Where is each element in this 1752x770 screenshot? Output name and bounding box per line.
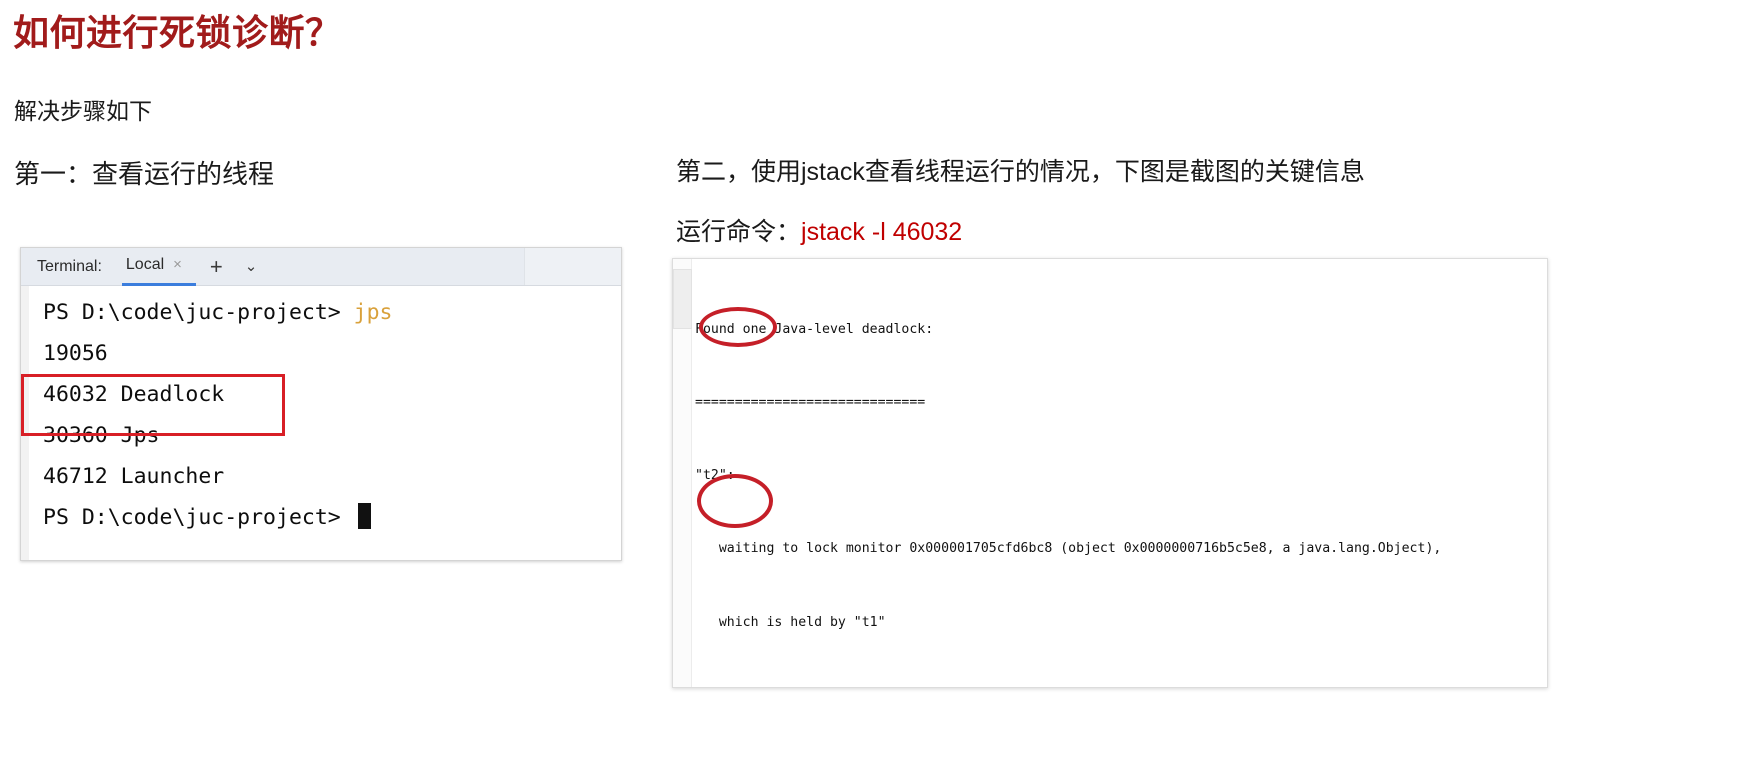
jstack-line: which is held by "t1" (695, 614, 886, 630)
step-one-heading: 第一：查看运行的线程 (14, 159, 275, 189)
terminal-prompt: PS D:\code\juc-project> (43, 505, 354, 530)
page-title: 如何进行死锁诊断？ (13, 12, 342, 53)
close-icon[interactable]: × (173, 257, 182, 272)
terminal-tab-local[interactable]: Local × (121, 255, 196, 287)
terminal-cursor (357, 503, 371, 529)
terminal-line-deadlock: 46032 Deadlock (43, 382, 225, 407)
run-command-value: jstack -l 46032 (801, 218, 963, 246)
slide-root: 如何进行死锁诊断？ 解决步骤如下 第一：查看运行的线程 第二，使用jstack查… (0, 0, 1752, 770)
terminal-window: Terminal: Local × + ⌄ PS D:\code\juc-pro… (20, 247, 622, 561)
jstack-line: waiting to lock monitor 0x000001705cfd6b… (695, 541, 1442, 557)
terminal-label: Terminal: (37, 257, 102, 275)
subtitle-text: 解决步骤如下 (14, 98, 152, 124)
terminal-line: PS D:\code\juc-project> (43, 497, 621, 538)
terminal-line: 19056 (43, 341, 108, 366)
jstack-output-panel: Found one Java-level deadlock: =========… (672, 258, 1548, 688)
run-command-label: 运行命令： (676, 218, 802, 246)
jstack-line-found-deadlock: Found one Java-level deadlock: (695, 321, 934, 337)
jstack-line-separator: ============================= (695, 395, 926, 411)
jstack-thread-t2-label: "t2": (695, 468, 735, 484)
terminal-command: jps (353, 300, 393, 325)
terminal-prompt: PS D:\code\juc-project> (43, 300, 354, 325)
terminal-line: 46712 Launcher (43, 464, 225, 489)
terminal-tab-label: Local (125, 255, 165, 273)
plus-icon[interactable]: + (210, 255, 223, 278)
terminal-line: PS D:\code\juc-project> jps (43, 292, 621, 333)
chevron-down-icon[interactable]: ⌄ (245, 259, 258, 274)
jstack-output-text[interactable]: Found one Java-level deadlock: =========… (691, 259, 1547, 687)
run-command-line: 运行命令：jstack -l 46032 (676, 212, 962, 248)
scrollbar-thumb[interactable] (673, 269, 692, 329)
terminal-line: 30360 Jps (43, 423, 160, 448)
terminal-tabbar: Terminal: Local × + ⌄ (21, 248, 621, 287)
step-two-heading: 第二，使用jstack查看线程运行的情况，下图是截图的关键信息 (676, 158, 1365, 186)
terminal-output[interactable]: PS D:\code\juc-project> jps 19056 46032 … (21, 286, 621, 560)
